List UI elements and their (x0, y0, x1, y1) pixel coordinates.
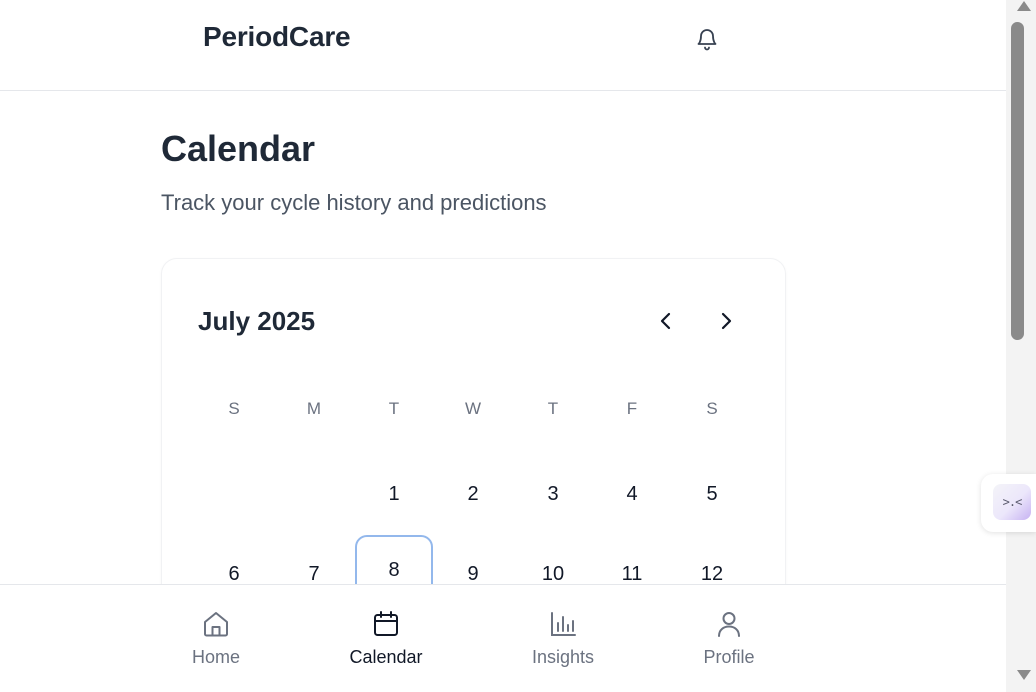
nav-home[interactable]: Home (156, 609, 276, 668)
page-subtitle: Track your cycle history and predictions (161, 190, 547, 215)
weekday-thursday: T (547, 399, 559, 418)
user-icon (718, 612, 740, 637)
previous-month-button[interactable] (652, 307, 680, 335)
weekday-wednesday: W (464, 399, 482, 418)
page-title: Calendar (161, 128, 316, 169)
nav-calendar[interactable]: Calendar (326, 609, 446, 668)
next-month-button[interactable] (712, 307, 740, 335)
page-scrollbar[interactable] (1006, 0, 1036, 692)
weekday-friday: F (626, 399, 638, 418)
weekday-monday: M (306, 399, 322, 418)
calendar-day[interactable]: 5 (673, 459, 751, 529)
nav-calendar-label: Calendar (349, 647, 423, 667)
calendar-card: July 2025 S M T W T F S 1 2 3 4 5 6 7 8 … (161, 258, 786, 638)
calendar-day[interactable]: 3 (514, 459, 592, 529)
nav-home-label: Home (191, 647, 240, 667)
assistant-face-icon: >.< (993, 484, 1031, 520)
nav-profile-label: Profile (703, 647, 755, 667)
nav-insights[interactable]: Insights (503, 609, 623, 668)
weekday-saturday: S (706, 399, 718, 418)
weekday-tuesday: T (388, 399, 400, 418)
nav-profile[interactable]: Profile (669, 609, 789, 668)
home-icon (204, 612, 228, 637)
assistant-widget[interactable]: >.< (981, 474, 1036, 532)
scroll-down-arrow-icon[interactable] (1017, 670, 1031, 680)
scrollbar-thumb[interactable] (1011, 22, 1024, 340)
calendar-day[interactable]: 2 (434, 459, 512, 529)
chevron-right-icon (721, 312, 732, 330)
nav-insights-label: Insights (531, 647, 595, 667)
calendar-day[interactable]: 4 (593, 459, 671, 529)
weekday-sunday: S (228, 399, 240, 418)
chevron-left-icon (660, 312, 671, 330)
bell-icon[interactable] (693, 25, 721, 53)
top-bar: PeriodCare (0, 0, 1006, 91)
bottom-nav: Home Calendar Insights Profile (0, 584, 1006, 692)
scroll-up-arrow-icon[interactable] (1017, 1, 1031, 11)
app-viewport: PeriodCare Calendar Track your cycle his… (0, 0, 1006, 692)
calendar-icon (374, 611, 398, 636)
app-brand: PeriodCare (203, 21, 351, 52)
bar-chart-icon (551, 612, 576, 636)
calendar-day[interactable]: 1 (355, 459, 433, 529)
month-label: July 2025 (198, 306, 316, 336)
